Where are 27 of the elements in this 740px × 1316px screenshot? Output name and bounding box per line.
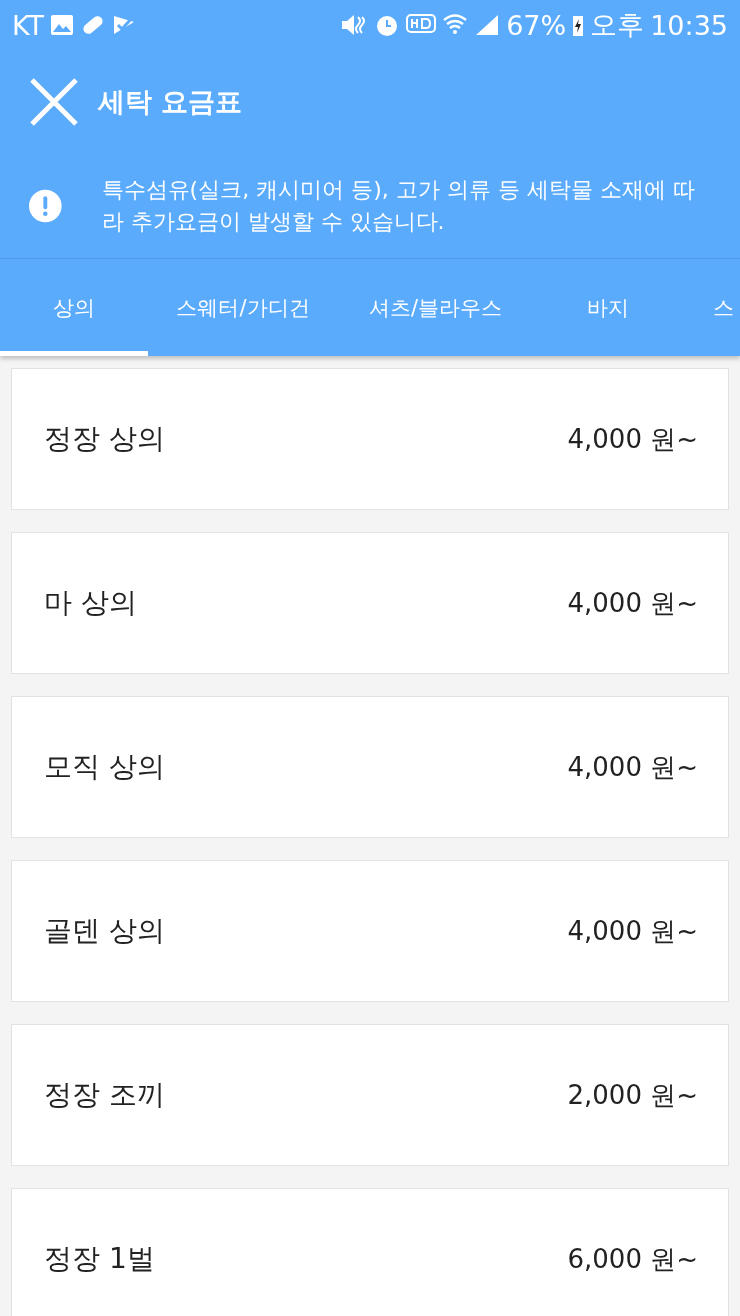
image-icon — [50, 14, 75, 36]
clock-ampm: 오후 — [590, 8, 645, 42]
item-name: 정장 상의 — [44, 421, 165, 457]
item-name: 정장 1벌 — [44, 1241, 155, 1277]
battery-icon — [572, 13, 585, 37]
category-tab[interactable]: 스웨터/가디건 — [148, 259, 338, 356]
category-tab[interactable]: 상의 — [0, 259, 148, 356]
item-name: 정장 조끼 — [44, 1077, 165, 1113]
category-tab[interactable]: 스 — [683, 259, 740, 356]
clock-time: 10:35 — [650, 9, 728, 41]
item-name: 골덴 상의 — [44, 913, 165, 949]
item-price: 4,000 원~ — [567, 914, 698, 948]
category-tab[interactable]: 셔츠/블라우스 — [338, 259, 533, 356]
item-price: 4,000 원~ — [567, 586, 698, 620]
battery-percent: 67% — [506, 9, 567, 41]
item-price: 6,000 원~ — [567, 1242, 698, 1276]
signal-icon — [474, 13, 501, 37]
item-price: 4,000 원~ — [567, 750, 698, 784]
item-price: 4,000 원~ — [567, 422, 698, 456]
notice-text: 특수섬유(실크, 캐시미어 등), 고가 의류 등 세탁물 소재에 따라 추가요금이 발생할 수 있습니다. — [101, 176, 696, 236]
carrier: KT — [12, 9, 45, 41]
close-icon[interactable] — [28, 76, 80, 128]
item-name: 마 상의 — [44, 585, 137, 621]
item-name: 모직 상의 — [44, 749, 165, 785]
category-tab[interactable]: 바지 — [533, 259, 683, 356]
page-title: 세탁 요금표 — [98, 85, 243, 119]
item-price: 2,000 원~ — [567, 1078, 698, 1112]
